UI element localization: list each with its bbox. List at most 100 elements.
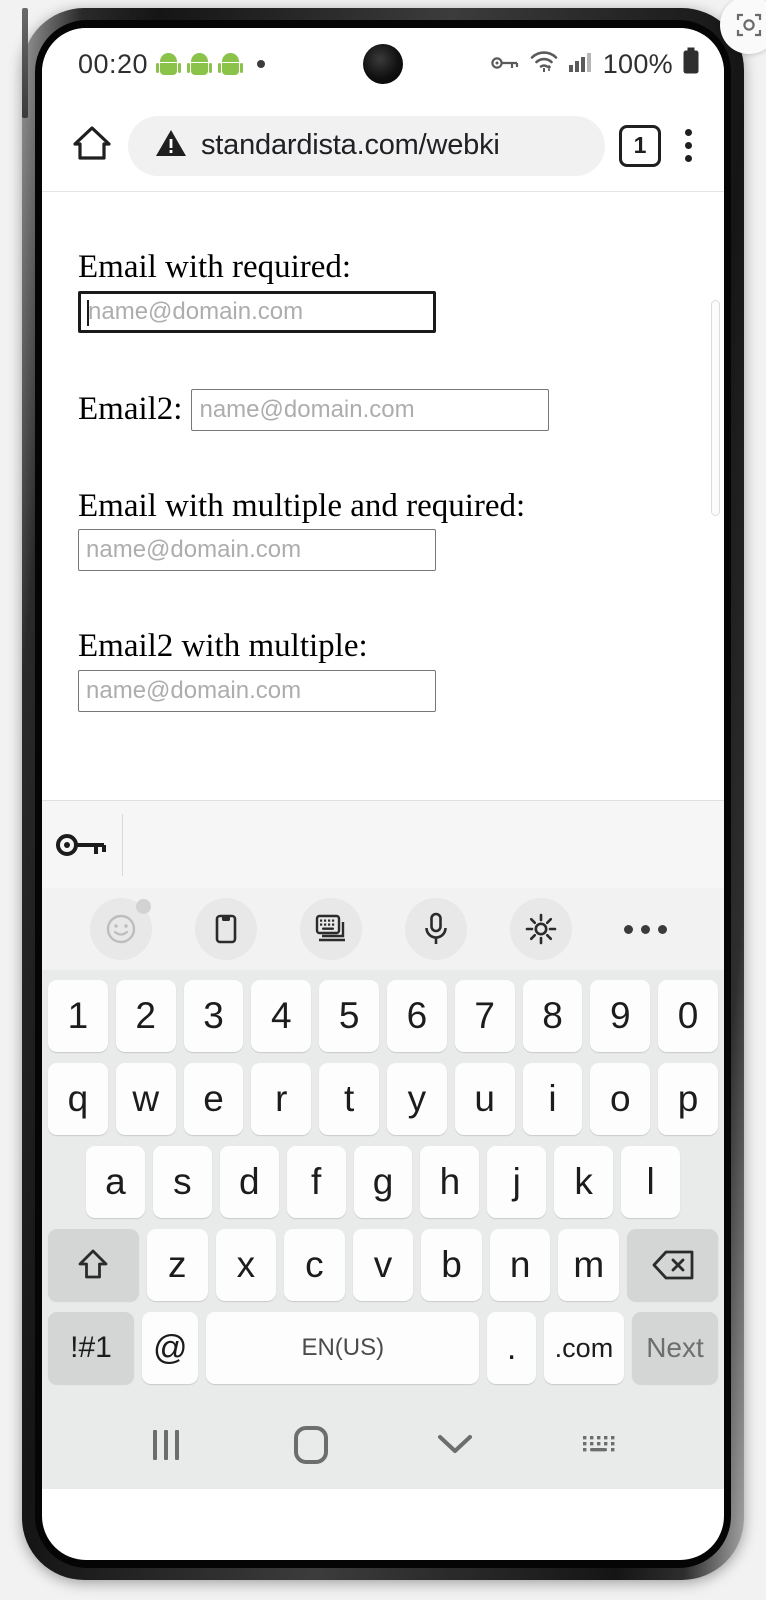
- address-bar[interactable]: standardista.com/webki: [128, 115, 605, 176]
- home-button[interactable]: [239, 1426, 384, 1464]
- form-field-email2-multiple: Email2 with multiple: name@domain.com: [42, 627, 724, 712]
- keyboard-row-zxcvbnm: z x c v b n m: [48, 1229, 718, 1301]
- email2-input[interactable]: name@domain.com: [191, 388, 550, 431]
- microphone-icon[interactable]: [404, 898, 467, 960]
- keyboard-mode-icon[interactable]: [299, 898, 362, 960]
- emoji-badge-dot: [135, 899, 151, 914]
- next-key[interactable]: Next: [631, 1312, 718, 1384]
- key-at[interactable]: @: [142, 1312, 199, 1384]
- battery-percent-label: 100%: [602, 48, 673, 79]
- keyboard-row-home: a s d f g h j k l: [48, 1146, 718, 1218]
- key-0[interactable]: 0: [658, 980, 718, 1052]
- form-field-email2: Email2: name@domain.com: [42, 388, 724, 431]
- key-r[interactable]: r: [251, 1063, 312, 1135]
- key-h[interactable]: h: [420, 1146, 480, 1218]
- battery-full-icon: [682, 47, 700, 82]
- status-bar-right: 100%: [490, 47, 700, 82]
- key-w[interactable]: w: [115, 1063, 176, 1135]
- key-s[interactable]: s: [152, 1146, 212, 1218]
- on-screen-keyboard: 1 2 3 4 5 6 7 8 9 0 q w e r t y u i o p …: [42, 970, 724, 1401]
- system-navigation-bar: [42, 1401, 724, 1489]
- keyboard-toolbar: [42, 888, 724, 970]
- status-bar-left: 00:20: [78, 48, 266, 80]
- side-key-button[interactable]: [22, 8, 28, 118]
- email-multiple-required-input[interactable]: name@domain.com: [78, 529, 436, 572]
- key-t[interactable]: t: [319, 1063, 379, 1135]
- key-l[interactable]: l: [621, 1146, 681, 1218]
- key-3[interactable]: 3: [183, 980, 244, 1052]
- autofill-divider: [122, 813, 123, 876]
- recent-apps-icon: [153, 1430, 180, 1460]
- url-text: standardista.com/webki: [201, 129, 500, 161]
- recent-apps-button[interactable]: [94, 1430, 239, 1460]
- web-page-content: Email with required: name@domain.com Ema…: [42, 192, 724, 800]
- phone-screen: 00:20 100% standardista.com/webki 1 Emai…: [42, 28, 724, 1560]
- status-clock: 00:20: [78, 48, 149, 79]
- key-u[interactable]: u: [454, 1063, 515, 1135]
- key-e[interactable]: e: [183, 1063, 244, 1135]
- space-key[interactable]: EN(US): [206, 1312, 480, 1384]
- backspace-icon[interactable]: [627, 1229, 718, 1301]
- key-period[interactable]: .: [487, 1312, 536, 1384]
- page-scrollbar[interactable]: [711, 300, 720, 516]
- key-7[interactable]: 7: [454, 980, 515, 1052]
- not-secure-warning-icon[interactable]: [154, 126, 188, 165]
- form-field-email-multiple-required: Email with multiple and required: name@d…: [42, 487, 724, 572]
- key-1[interactable]: 1: [48, 980, 108, 1052]
- home-icon[interactable]: [70, 121, 114, 170]
- key-9[interactable]: 9: [590, 980, 651, 1052]
- key-o[interactable]: o: [590, 1063, 651, 1135]
- key-k[interactable]: k: [554, 1146, 614, 1218]
- key-x[interactable]: x: [215, 1229, 277, 1301]
- keyboard-switcher-button[interactable]: [528, 1428, 673, 1463]
- key-z[interactable]: z: [146, 1229, 208, 1301]
- key-6[interactable]: 6: [387, 980, 447, 1052]
- key-i[interactable]: i: [522, 1063, 583, 1135]
- key-j[interactable]: j: [487, 1146, 547, 1218]
- phone-device-frame: 00:20 100% standardista.com/webki 1 Emai…: [22, 8, 744, 1580]
- key-f[interactable]: f: [286, 1146, 346, 1218]
- key-c[interactable]: c: [284, 1229, 345, 1301]
- form-field-email-required: Email with required: name@domain.com: [42, 248, 724, 333]
- keyboard-row-numbers: 1 2 3 4 5 6 7 8 9 0: [48, 980, 718, 1052]
- key-y[interactable]: y: [387, 1063, 447, 1135]
- android-robot-icon: [156, 53, 182, 75]
- key-5[interactable]: 5: [319, 980, 379, 1052]
- key-8[interactable]: 8: [522, 980, 583, 1052]
- key-b[interactable]: b: [421, 1229, 482, 1301]
- key-m[interactable]: m: [558, 1229, 620, 1301]
- chevron-down-icon: [434, 1428, 476, 1463]
- home-button-icon: [293, 1426, 328, 1464]
- settings-gear-icon[interactable]: [509, 898, 572, 960]
- vpn-key-icon: [490, 49, 520, 80]
- overflow-menu-icon[interactable]: [675, 125, 702, 166]
- front-camera-punch-hole: [363, 44, 403, 84]
- field-label: Email with required:: [78, 249, 352, 285]
- cellular-signal-icon: [568, 49, 594, 80]
- tab-count-label: 1: [633, 132, 647, 158]
- key-a[interactable]: a: [86, 1146, 145, 1218]
- key-4[interactable]: 4: [251, 980, 312, 1052]
- key-q[interactable]: q: [48, 1063, 108, 1135]
- hide-keyboard-button[interactable]: [383, 1428, 528, 1463]
- key-p[interactable]: p: [658, 1063, 718, 1135]
- key-dotcom[interactable]: .com: [543, 1312, 624, 1384]
- field-label: Email2 with multiple:: [78, 628, 368, 665]
- key-2[interactable]: 2: [115, 980, 176, 1052]
- notification-dot-icon: [257, 60, 266, 68]
- keyboard-row-qwerty: q w e r t y u i o p: [48, 1063, 718, 1135]
- key-d[interactable]: d: [219, 1146, 279, 1218]
- clipboard-icon[interactable]: [194, 898, 257, 960]
- emoji-sticker-icon[interactable]: [89, 898, 152, 960]
- shift-arrow-icon[interactable]: [48, 1229, 139, 1301]
- key-v[interactable]: v: [352, 1229, 414, 1301]
- tab-switcher-button[interactable]: 1: [619, 124, 661, 167]
- email2-multiple-input[interactable]: name@domain.com: [78, 669, 436, 712]
- password-key-icon[interactable]: [42, 828, 122, 862]
- field-label: Email with multiple and required:: [78, 487, 526, 524]
- more-options-icon[interactable]: [615, 898, 677, 960]
- email-input-required[interactable]: name@domain.com: [78, 290, 436, 333]
- symbols-toggle-key[interactable]: !#1: [48, 1312, 135, 1384]
- key-n[interactable]: n: [489, 1229, 551, 1301]
- key-g[interactable]: g: [353, 1146, 413, 1218]
